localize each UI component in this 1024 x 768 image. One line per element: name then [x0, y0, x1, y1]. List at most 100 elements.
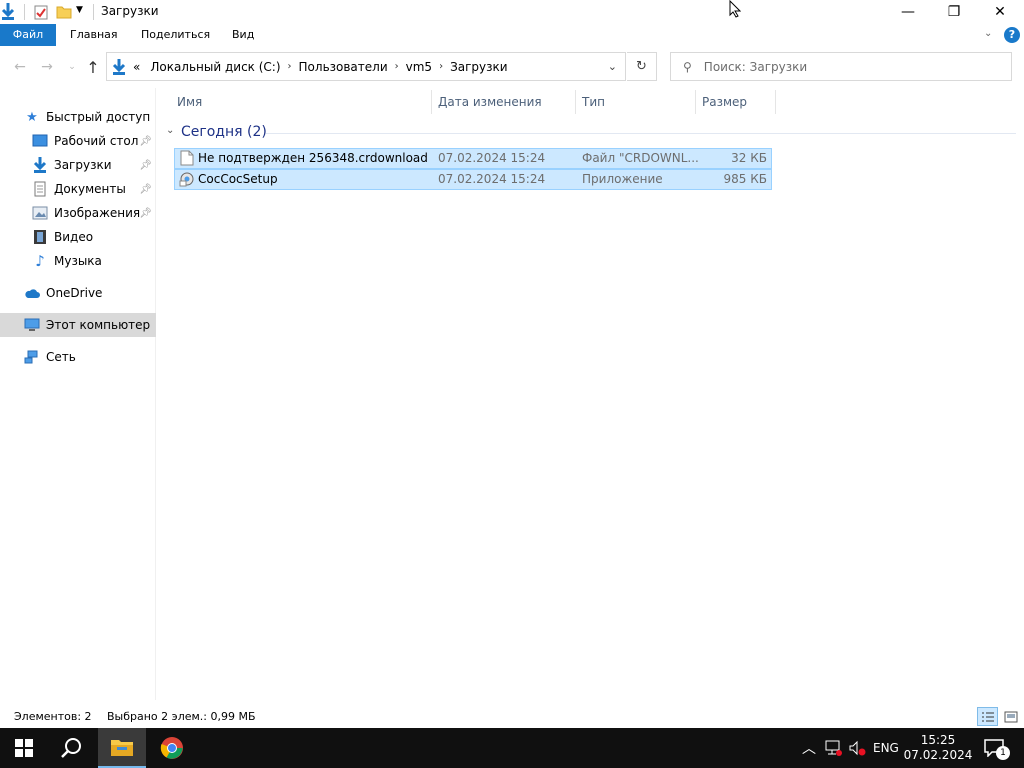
- nav-label: Этот компьютер: [46, 318, 151, 332]
- documents-icon: [32, 181, 48, 197]
- separator: [93, 4, 94, 20]
- nav-music[interactable]: ♪ Музыка: [0, 249, 156, 273]
- file-name: Не подтвержден 256348.crdownload: [198, 151, 428, 165]
- breadcrumb-chevron-icon[interactable]: ›: [395, 61, 399, 72]
- nav-downloads[interactable]: Загрузки 📌︎: [0, 153, 156, 177]
- address-bar[interactable]: « Локальный диск (C:) › Пользователи › v…: [106, 52, 626, 81]
- back-arrow-icon[interactable]: ←: [10, 57, 30, 77]
- breadcrumb-chevron-icon[interactable]: ›: [288, 61, 292, 72]
- pin-icon[interactable]: 📌︎: [139, 208, 152, 219]
- file-row[interactable]: Не подтвержден 256348.crdownload 07.02.2…: [174, 148, 772, 169]
- navigation-bar: ← → ⌄ ↑ « Локальный диск (C:) › Пользова…: [0, 50, 1024, 84]
- nav-label: Загрузки: [54, 158, 112, 172]
- forward-arrow-icon[interactable]: →: [37, 57, 57, 77]
- file-explorer-icon[interactable]: [98, 728, 146, 768]
- setup-app-icon: [179, 171, 195, 187]
- breadcrumb-vm5[interactable]: vm5: [406, 60, 432, 74]
- nav-label: Музыка: [54, 254, 102, 268]
- file-row[interactable]: CocCocSetup 07.02.2024 15:24 Приложение …: [174, 169, 772, 190]
- group-divider: [266, 133, 1016, 134]
- nav-video[interactable]: Видео: [0, 225, 156, 249]
- nav-label: Быстрый доступ: [46, 110, 151, 124]
- properties-icon[interactable]: [33, 4, 49, 20]
- breadcrumb-users[interactable]: Пользователи: [299, 60, 388, 74]
- item-count: Элементов: 2: [14, 710, 92, 723]
- pin-icon[interactable]: 📌︎: [139, 136, 152, 147]
- volume-muted-icon[interactable]: [846, 728, 868, 768]
- recent-locations-chevron-icon[interactable]: ⌄: [62, 57, 82, 77]
- column-date[interactable]: Дата изменения: [433, 90, 576, 114]
- address-overflow[interactable]: «: [133, 60, 140, 74]
- chrome-icon[interactable]: [148, 728, 196, 768]
- pin-icon[interactable]: 📌︎: [139, 160, 152, 171]
- windows-start-icon[interactable]: [0, 728, 48, 768]
- search-icon[interactable]: [48, 728, 96, 768]
- language-indicator[interactable]: ENG: [873, 728, 899, 768]
- ribbon-expand-icon[interactable]: ⌄: [984, 28, 992, 39]
- column-name[interactable]: Имя: [172, 90, 432, 114]
- clock[interactable]: 15:25 07.02.2024: [904, 728, 973, 768]
- up-arrow-icon[interactable]: ↑: [83, 57, 103, 77]
- new-folder-icon[interactable]: [56, 4, 72, 20]
- column-size[interactable]: Размер: [697, 90, 776, 114]
- ribbon-tabs: Файл Главная Поделиться Вид ⌄ ?: [0, 24, 1024, 46]
- nav-network[interactable]: Сеть: [0, 345, 156, 369]
- notifications-icon[interactable]: 1: [980, 728, 1010, 768]
- customize-toolbar-icon[interactable]: ▼: [76, 5, 83, 15]
- window-title: Загрузки: [101, 4, 159, 18]
- search-icon: ⚲: [683, 59, 692, 74]
- search-placeholder: Поиск: Загрузки: [703, 59, 808, 74]
- navigation-pane: ★ Быстрый доступ Рабочий стол 📌︎ Загрузк…: [0, 88, 156, 700]
- nav-onedrive[interactable]: OneDrive: [0, 281, 156, 305]
- nav-label: Изображения: [54, 206, 141, 220]
- file-name: CocCocSetup: [198, 172, 278, 186]
- help-icon[interactable]: ?: [1004, 27, 1020, 43]
- downloads-icon[interactable]: [0, 3, 16, 21]
- search-input[interactable]: ⚲ Поиск: Загрузки: [670, 52, 1012, 81]
- minimize-button[interactable]: —: [885, 0, 931, 24]
- close-button[interactable]: ✕: [977, 0, 1023, 24]
- nav-quick-access[interactable]: ★ Быстрый доступ: [0, 105, 156, 129]
- notification-badge: 1: [996, 746, 1010, 760]
- group-header[interactable]: ⌄ Сегодня (2): [166, 124, 1016, 142]
- network-icon: [24, 349, 40, 365]
- refresh-icon[interactable]: ↻: [627, 52, 657, 81]
- group-collapse-chevron-icon[interactable]: ⌄: [166, 125, 174, 136]
- nav-label: Документы: [54, 182, 126, 196]
- tab-file[interactable]: Файл: [0, 24, 56, 46]
- nav-label: Видео: [54, 230, 94, 244]
- nav-pictures[interactable]: Изображения 📌︎: [0, 201, 156, 225]
- tab-view[interactable]: Вид: [220, 24, 266, 46]
- large-icons-view-icon[interactable]: [1000, 707, 1021, 726]
- pin-icon[interactable]: 📌︎: [139, 184, 152, 195]
- status-bar: Элементов: 2 Выбрано 2 элем.: 0,99 МБ: [0, 706, 1024, 728]
- address-dropdown-icon[interactable]: ⌄: [608, 60, 617, 73]
- column-type[interactable]: Тип: [577, 90, 696, 114]
- downloads-folder-icon: [111, 58, 127, 76]
- restore-button[interactable]: ❐: [931, 0, 977, 24]
- cloud-icon: [24, 285, 40, 301]
- breadcrumb-local-disk[interactable]: Локальный диск (C:): [150, 60, 280, 74]
- network-status-icon[interactable]: [822, 728, 844, 768]
- tab-share[interactable]: Поделиться: [129, 24, 222, 46]
- taskbar: ︿ ENG 15:25 07.02.2024 1: [0, 728, 1024, 768]
- clock-time: 15:25: [920, 733, 956, 747]
- star-icon: ★: [26, 109, 38, 125]
- file-type: Приложение: [582, 172, 663, 186]
- nav-label: Сеть: [46, 350, 76, 364]
- file-size: 32 КБ: [731, 151, 767, 165]
- nav-desktop[interactable]: Рабочий стол 📌︎: [0, 129, 156, 153]
- column-headers: Имя Дата изменения Тип Размер: [172, 90, 776, 114]
- breadcrumb-chevron-icon[interactable]: ›: [439, 61, 443, 72]
- selection-info: Выбрано 2 элем.: 0,99 МБ: [107, 710, 256, 723]
- details-view-icon[interactable]: [977, 707, 998, 726]
- tab-home[interactable]: Главная: [58, 24, 130, 46]
- nav-label: Рабочий стол: [54, 134, 139, 148]
- nav-documents[interactable]: Документы 📌︎: [0, 177, 156, 201]
- tray-overflow-chevron-icon[interactable]: ︿: [800, 728, 818, 768]
- music-icon: ♪: [35, 252, 45, 270]
- breadcrumb-downloads[interactable]: Загрузки: [450, 60, 508, 74]
- pictures-icon: [32, 205, 48, 221]
- nav-this-pc[interactable]: Этот компьютер: [0, 313, 156, 337]
- file-date: 07.02.2024 15:24: [438, 151, 546, 165]
